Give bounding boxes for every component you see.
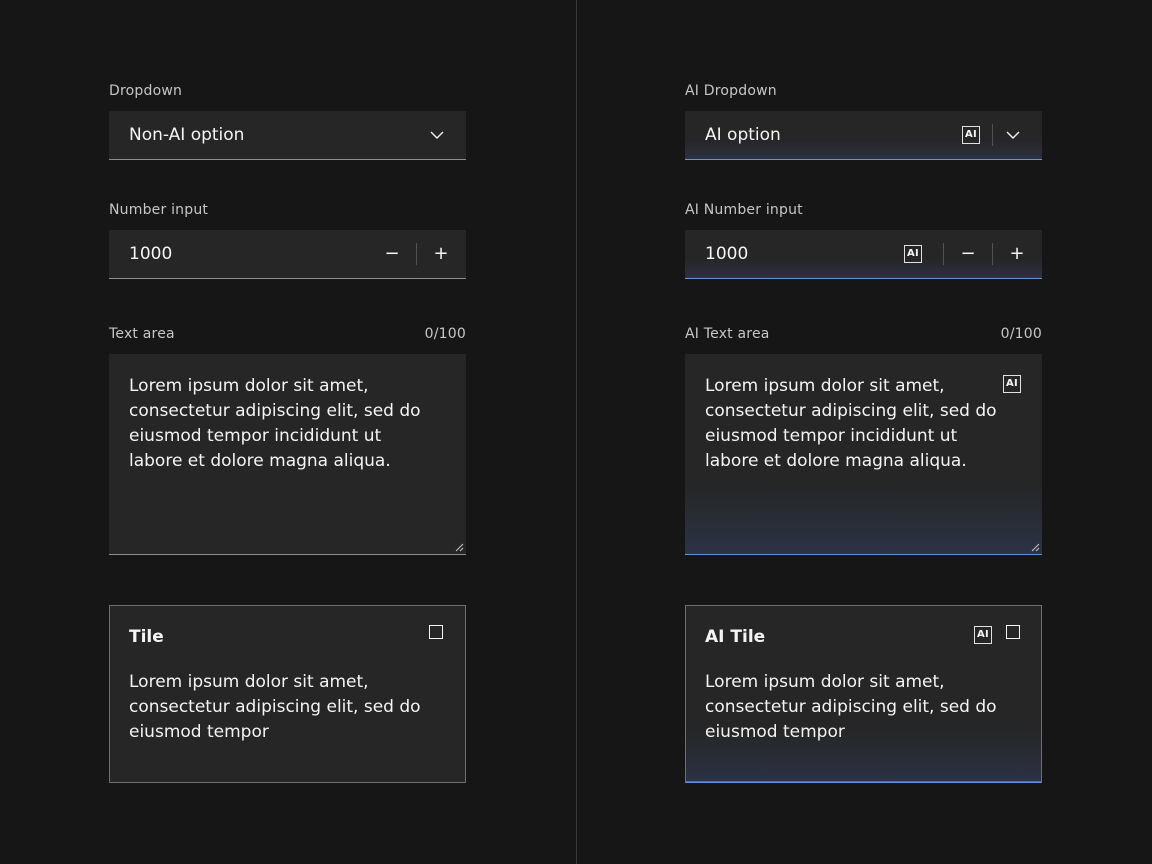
resize-handle-icon[interactable]	[1030, 542, 1040, 552]
text-line: eiusmod tempor	[705, 722, 845, 742]
ai-dropdown-label: AI Dropdown	[685, 83, 777, 99]
text-line: labore et dolore magna aliqua.	[129, 451, 391, 471]
text-line: Lorem ipsum dolor sit amet,	[705, 376, 945, 396]
text-line: Lorem ipsum dolor sit amet,	[129, 376, 369, 396]
stepper-separator	[992, 243, 993, 265]
ai-text-area-counter: 0/100	[1000, 326, 1042, 342]
tile-title: Tile	[129, 627, 164, 647]
ai-tile-body: Lorem ipsum dolor sit amet, consectetur …	[705, 670, 997, 745]
dropdown-value: Non-AI option	[129, 125, 245, 145]
chevron-down-icon	[1006, 131, 1020, 139]
ai-text-area-content: Lorem ipsum dolor sit amet, consectetur …	[705, 374, 997, 474]
ai-tile-title: AI Tile	[705, 627, 766, 647]
text-area[interactable]: Lorem ipsum dolor sit amet, consectetur …	[109, 354, 466, 555]
dropdown-label: Dropdown	[109, 83, 183, 99]
tile-checkbox[interactable]	[1006, 625, 1020, 639]
text-line: Lorem ipsum dolor sit amet,	[705, 672, 945, 692]
resize-handle-icon[interactable]	[454, 542, 464, 552]
text-line: eiusmod tempor	[129, 722, 269, 742]
number-input-value[interactable]: 1000	[129, 243, 172, 265]
ai-number-input-value[interactable]: 1000	[705, 243, 748, 265]
number-input-label: Number input	[109, 202, 209, 218]
text-area-counter: 0/100	[424, 326, 466, 342]
text-line: consectetur adipiscing elit, sed do	[705, 401, 997, 421]
stepper-separator	[416, 243, 417, 265]
ai-dropdown-value: AI option	[705, 125, 781, 145]
ai-label-icon[interactable]: AI	[974, 626, 992, 644]
increment-button[interactable]: +	[421, 230, 461, 278]
text-line: consectetur adipiscing elit, sed do	[129, 401, 421, 421]
text-line: consectetur adipiscing elit, sed do	[705, 697, 997, 717]
tile-checkbox[interactable]	[429, 625, 443, 639]
decrement-button[interactable]: −	[948, 230, 988, 278]
comparison-page: Dropdown Non-AI option Number input 1000…	[0, 0, 1152, 864]
text-line: eiusmod tempor incididunt ut	[705, 426, 958, 446]
text-line: consectetur adipiscing elit, sed do	[129, 697, 421, 717]
ai-label-icon[interactable]: AI	[962, 126, 980, 144]
ai-number-input-label: AI Number input	[685, 202, 803, 218]
chevron-down-icon	[430, 131, 444, 139]
ai-label-icon[interactable]: AI	[904, 245, 922, 263]
ai-label-icon[interactable]: AI	[1003, 375, 1021, 393]
dropdown-separator	[992, 124, 993, 146]
increment-button[interactable]: +	[997, 230, 1037, 278]
text-area-content: Lorem ipsum dolor sit amet, consectetur …	[129, 374, 421, 474]
text-line: labore et dolore magna aliqua.	[705, 451, 967, 471]
tile-body: Lorem ipsum dolor sit amet, consectetur …	[129, 670, 421, 745]
text-line: eiusmod tempor incididunt ut	[129, 426, 382, 446]
text-line: Lorem ipsum dolor sit amet,	[129, 672, 369, 692]
selectable-tile[interactable]: Tile Lorem ipsum dolor sit amet, consect…	[109, 605, 466, 783]
decrement-button[interactable]: −	[372, 230, 412, 278]
ai-dropdown[interactable]: AI option AI	[685, 111, 1042, 160]
stepper-separator	[943, 243, 944, 265]
text-area-label: Text area	[109, 326, 175, 342]
column-divider	[576, 0, 577, 864]
dropdown[interactable]: Non-AI option	[109, 111, 466, 160]
ai-number-input[interactable]: 1000 AI − +	[685, 230, 1042, 279]
ai-text-area-label: AI Text area	[685, 326, 770, 342]
number-input[interactable]: 1000 − +	[109, 230, 466, 279]
ai-selectable-tile[interactable]: AI Tile AI Lorem ipsum dolor sit amet, c…	[685, 605, 1042, 783]
ai-text-area[interactable]: Lorem ipsum dolor sit amet, consectetur …	[685, 354, 1042, 555]
